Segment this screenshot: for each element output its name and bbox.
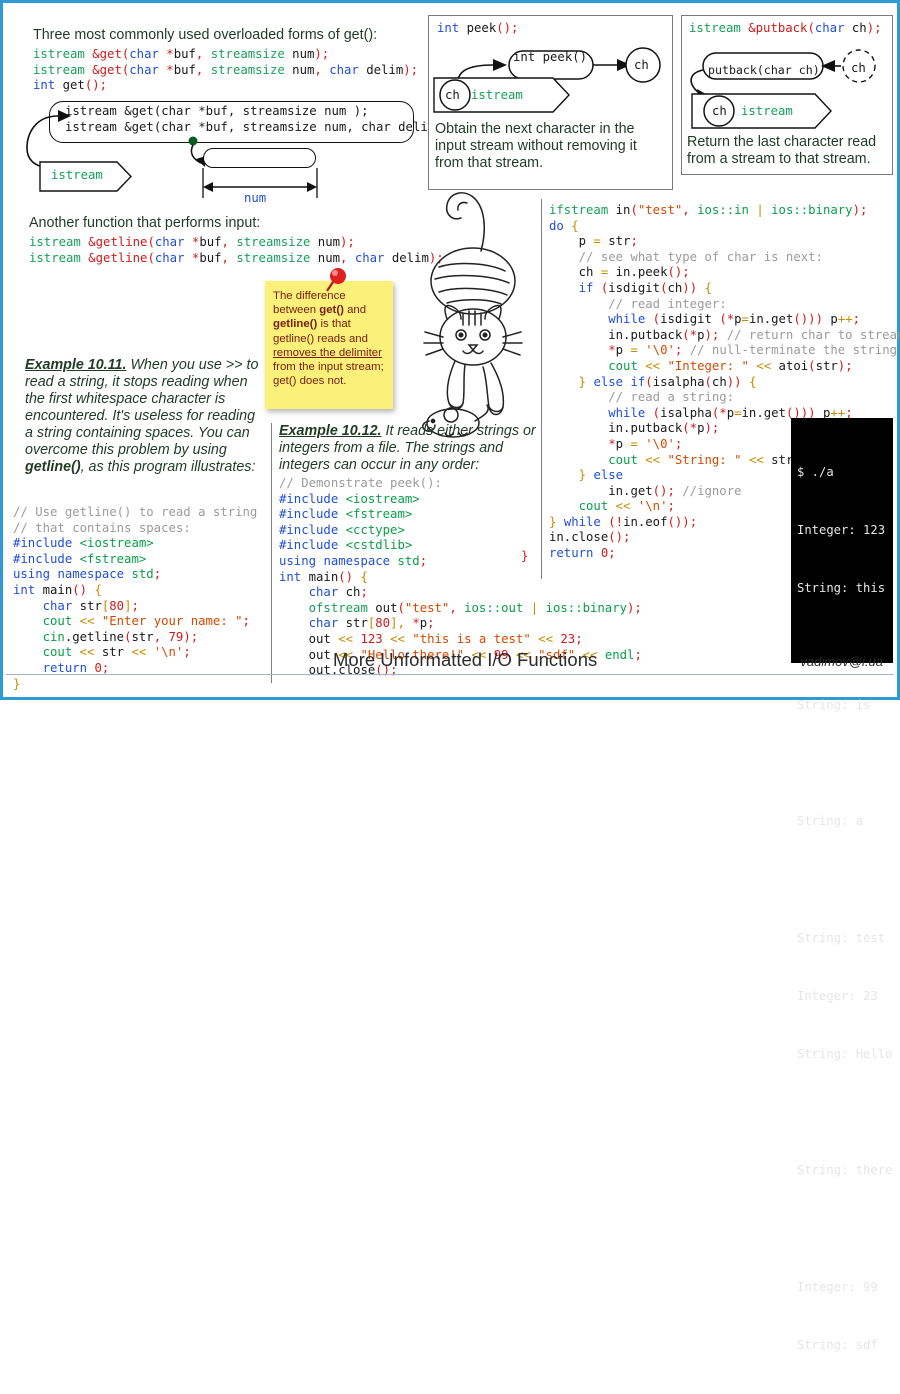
example-1012-text: Example 10.12. It reads either strings o…	[279, 423, 536, 473]
example-1011-label: Example 10.11.	[25, 357, 127, 373]
note-line-7: get() does not.	[273, 375, 347, 388]
putback-ch-label: ch	[851, 61, 866, 75]
example-1012-label: Example 10.12.	[279, 423, 382, 439]
terminal-line: String: there	[797, 1163, 893, 1178]
example-1012-closing-brace: }	[521, 549, 529, 563]
note-line-2: between get() and	[273, 304, 367, 317]
terminal-line: String: a	[797, 814, 864, 829]
putback-description: Return the last character read from a st…	[687, 134, 877, 167]
note-line-4: getline() reads and	[273, 332, 368, 345]
peek-description: Obtain the next character in the input s…	[435, 121, 637, 171]
peek-stream-label: istream	[471, 88, 523, 102]
terminal-line: String: sdf	[797, 1338, 878, 1353]
note-line-6: from the input stream;	[273, 361, 384, 374]
peek-ch-label: ch	[634, 58, 649, 72]
author-email: vadimov@i.ua	[800, 654, 883, 669]
terminal-output: $ ./a Integer: 123 String: this String: …	[791, 418, 893, 1352]
putback-stream-ch-label: ch	[712, 104, 727, 118]
get-diagram-lines: istream &get(char *buf, streamsize num )…	[65, 104, 450, 134]
buffer-box	[203, 148, 316, 168]
terminal-line: String: is	[797, 697, 871, 712]
slide-canvas: Three most commonly used overloaded form…	[0, 0, 900, 1352]
example-1011-code: // Use getline() to read a string // tha…	[13, 505, 258, 691]
putback-node-label: putback(char ch)	[708, 63, 820, 77]
terminal-line: String: Hello	[797, 1047, 893, 1061]
getline-signatures: istream &getline(char *buf, streamsize n…	[29, 235, 444, 265]
column-divider	[271, 423, 272, 683]
example-1011-text: Example 10.11. When you use >> to read a…	[25, 357, 259, 475]
slide-title: More Unformatted I/O Functions	[333, 649, 598, 670]
terminal-line: $ ./a	[797, 464, 834, 479]
terminal-line: String: test	[797, 930, 886, 945]
peek-stream-ch-label: ch	[445, 88, 460, 102]
peek-signature: int peek();	[437, 21, 519, 35]
right-code-divider	[541, 199, 542, 579]
pushpin-icon	[326, 268, 346, 292]
num-label: num	[244, 191, 267, 205]
terminal-line: Integer: 123	[797, 523, 886, 538]
terminal-line: String: this	[797, 581, 886, 596]
footer-divider	[6, 674, 894, 675]
putback-stream-label: istream	[741, 104, 793, 118]
cat-and-mouse-illustration	[422, 192, 523, 438]
terminal-line: Integer: 99	[797, 1279, 878, 1294]
get-section-heading: Three most commonly used overloaded form…	[33, 27, 378, 43]
sticky-note: The difference between get() and getline…	[265, 281, 393, 409]
peek-node-label: int peek()	[513, 50, 588, 64]
note-line-3: getline() is that	[273, 318, 351, 331]
note-line-5: removes the delimiter	[273, 346, 382, 359]
getline-heading: Another function that performs input:	[29, 215, 261, 231]
get-signatures: istream &get(char *buf, streamsize num);…	[33, 47, 419, 93]
terminal-line: Integer: 23	[797, 988, 878, 1003]
istream-tag-label: istream	[51, 168, 103, 182]
